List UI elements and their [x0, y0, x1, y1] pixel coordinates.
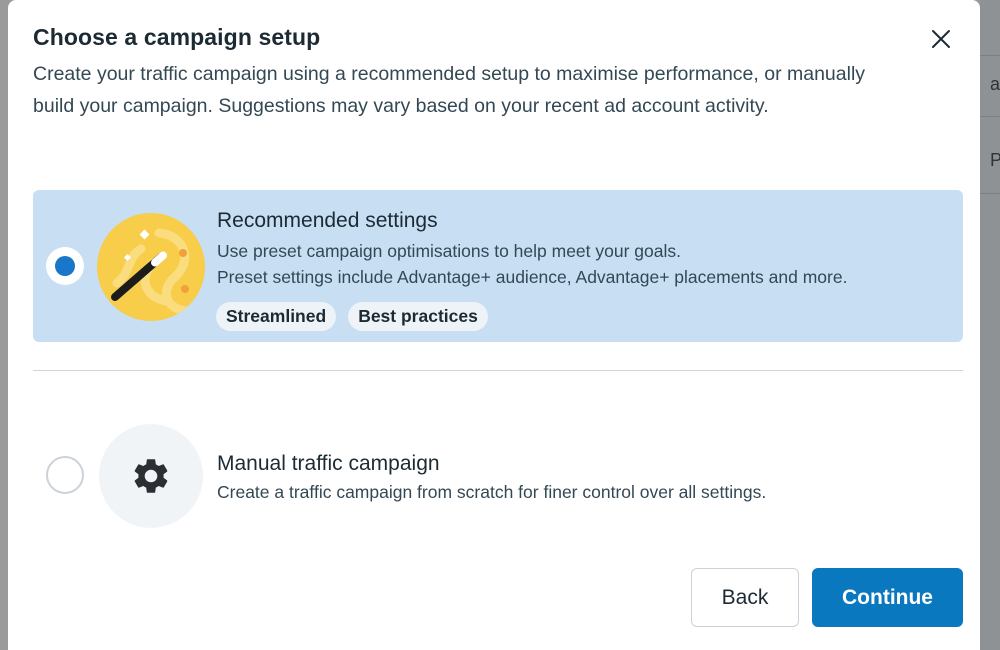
continue-button[interactable]: Continue [812, 568, 963, 627]
option-title: Recommended settings [217, 209, 438, 232]
background-partial-text: a [990, 74, 1000, 94]
background-partial-text: P [990, 150, 1000, 170]
options-divider [33, 370, 963, 371]
radio-recommended-selected[interactable] [46, 247, 84, 285]
option-description-line: Preset settings include Advantage+ audie… [217, 267, 848, 287]
radio-manual-unselected[interactable] [46, 456, 84, 494]
gear-icon-circle [99, 424, 203, 528]
option-manual-traffic-campaign[interactable]: Manual traffic campaign Create a traffic… [33, 388, 963, 540]
option-recommended-settings[interactable]: Recommended settings Use preset campaign… [33, 190, 963, 342]
close-icon [932, 30, 950, 48]
gear-icon [134, 459, 168, 493]
background-page-edge: a P [980, 0, 1000, 650]
tag-streamlined: Streamlined [216, 302, 337, 331]
option-description-line: Use preset campaign optimisations to hel… [217, 241, 681, 261]
background-cell: P [980, 132, 1000, 194]
dialog-title: Choose a campaign setup [33, 24, 321, 50]
magic-wand-icon [97, 213, 205, 321]
back-button[interactable]: Back [691, 568, 799, 627]
option-title: Manual traffic campaign [217, 452, 440, 475]
background-cell: a [980, 55, 1000, 117]
option-tags: Streamlined Best practices [216, 302, 488, 331]
option-description: Use preset campaign optimisations to hel… [217, 238, 847, 290]
campaign-setup-dialog: Choose a campaign setup Create your traf… [8, 0, 980, 650]
dialog-subtitle: Create your traffic campaign using a rec… [33, 63, 866, 117]
close-button[interactable] [924, 22, 958, 56]
option-description-line: Create a traffic campaign from scratch f… [217, 482, 767, 502]
tag-best-practices: Best practices [348, 302, 488, 331]
option-description: Create a traffic campaign from scratch f… [217, 479, 766, 505]
